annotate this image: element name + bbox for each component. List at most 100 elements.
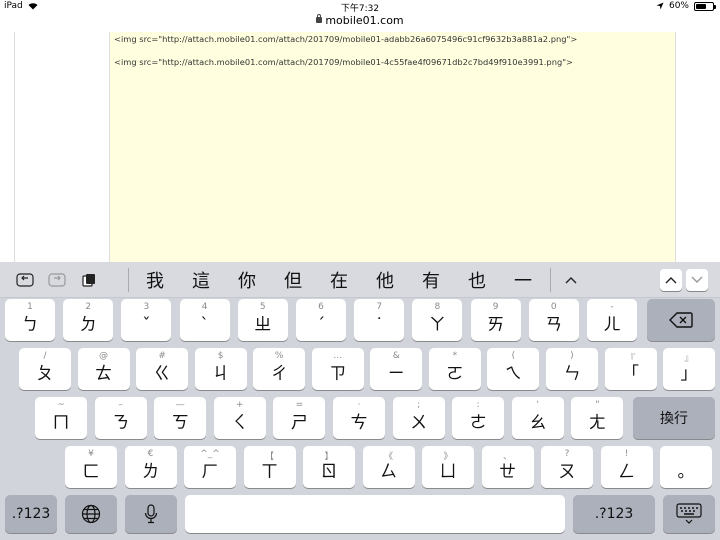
space-key[interactable] — [185, 495, 565, 533]
letter-key[interactable]: 2ㄉ — [63, 299, 114, 341]
letter-key[interactable]: " ㄤ — [571, 397, 624, 439]
letter-key[interactable]: / ㄆ — [19, 348, 71, 390]
letter-key[interactable]: ' ㄠ — [511, 397, 564, 439]
letter-key[interactable]: 3ˇ — [121, 299, 172, 341]
letter-key[interactable]: 6ˊ — [296, 299, 346, 341]
letter-key[interactable]: -ㄦ — [587, 299, 637, 341]
key-label: ˋ — [200, 315, 209, 335]
keyboard-hide-icon — [676, 503, 702, 524]
key-hint: 4 — [201, 302, 208, 312]
candidate-word[interactable]: 在 — [316, 267, 362, 293]
key-label: ㄓ — [254, 315, 272, 335]
candidate-word[interactable]: 我 — [132, 267, 178, 293]
letter-key[interactable]: — ㄎ — [154, 397, 207, 439]
key-label: ㄊ — [95, 364, 113, 384]
letter-key[interactable]: = ㄕ — [273, 397, 326, 439]
letter-key[interactable]: # ㄍ — [136, 348, 189, 390]
letter-key[interactable]: @ ㄊ — [77, 348, 130, 390]
numbers-key[interactable]: .?123 — [573, 495, 655, 533]
letter-key[interactable]: 4ˋ — [179, 299, 230, 341]
key-label: ˇ — [142, 315, 151, 335]
candidate-word[interactable]: 這 — [178, 267, 224, 293]
key-label: ㄙ — [380, 462, 397, 482]
letter-key[interactable]: ? ㄡ — [541, 446, 593, 488]
key-label: ㄛ — [446, 364, 464, 384]
candidate-word[interactable]: 也 — [454, 267, 500, 293]
letter-key[interactable]: 9ㄞ — [470, 299, 521, 341]
letter-key[interactable]: ¥ ㄈ — [65, 446, 117, 488]
return-key[interactable]: 換行 — [633, 397, 715, 439]
key-label: ㄞ — [487, 315, 505, 335]
letter-key[interactable]: % ㄔ — [253, 348, 306, 390]
letter-key[interactable]: 。 — [660, 446, 712, 488]
letter-key[interactable]: 5ㄓ — [237, 299, 288, 341]
key-label: ㄐ — [212, 364, 230, 384]
key-label: ㄕ — [290, 413, 308, 433]
letter-key[interactable]: 8ㄚ — [412, 299, 463, 341]
letter-key[interactable]: 《ㄙ — [362, 446, 415, 488]
letter-key[interactable]: ) ㄣ — [545, 348, 598, 390]
battery-icon — [694, 1, 716, 11]
numbers-key-label: .?123 — [11, 506, 51, 522]
letter-key[interactable]: ! ㄥ — [600, 446, 653, 488]
hide-keyboard-key[interactable] — [663, 495, 715, 533]
globe-key[interactable] — [65, 495, 117, 533]
undo-icon[interactable] — [14, 270, 36, 290]
letter-key[interactable]: … ㄗ — [311, 348, 364, 390]
key-label: ˊ — [316, 315, 326, 335]
numbers-key[interactable]: .?123 — [5, 495, 57, 533]
letter-key[interactable]: $ ㄐ — [194, 348, 247, 390]
divider — [550, 268, 551, 292]
letter-key[interactable]: & ㄧ — [370, 348, 423, 390]
key-label: ㄏ — [201, 462, 219, 482]
letter-key[interactable]: + ㄑ — [213, 397, 266, 439]
letter-key[interactable]: (ㄟ — [487, 348, 540, 390]
letter-key[interactable]: 7 ˙ — [354, 299, 405, 341]
key-label: ㄘ — [350, 413, 368, 433]
letter-key[interactable]: * ㄛ — [428, 348, 481, 390]
post-editor[interactable]: <img src="http://attach.mobile01.com/att… — [110, 32, 676, 262]
key-label: ㄎ — [171, 413, 189, 433]
letter-key[interactable]: 『「 — [604, 348, 657, 390]
letter-key[interactable]: · ㄘ — [333, 397, 385, 439]
key-label: ㄌ — [142, 462, 159, 482]
key-label: ㄚ — [428, 315, 446, 335]
page-left-column — [14, 32, 110, 262]
letter-key[interactable]: 、ㄝ — [481, 446, 534, 488]
letter-key[interactable]: – ㄋ — [94, 397, 147, 439]
candidate-word[interactable]: 你 — [224, 267, 270, 293]
numbers-key-label: .?123 — [594, 506, 634, 522]
key-label: ㄢ — [545, 315, 563, 335]
letter-key[interactable]: ; ㄨ — [392, 397, 445, 439]
key-label: ㄑ — [231, 413, 249, 433]
address-bar[interactable]: mobile01.com — [0, 12, 720, 32]
letter-key[interactable]: ^_^ ㄏ — [184, 446, 236, 488]
expand-candidates-icon[interactable] — [560, 270, 582, 290]
candidate-word[interactable]: 他 — [362, 267, 408, 293]
letter-key[interactable]: 1ㄅ — [5, 299, 55, 341]
key-label: ㄟ — [504, 364, 522, 384]
key-label: ㄈ — [82, 462, 100, 482]
candidate-word[interactable]: 有 — [408, 267, 454, 293]
letter-key[interactable]: 』」 — [663, 348, 716, 390]
candidate-word[interactable]: 一 — [500, 267, 546, 293]
delete-key[interactable] — [647, 299, 715, 341]
key-label: ㄦ — [603, 315, 621, 335]
key-label: ㄜ — [469, 413, 487, 433]
letter-key[interactable]: 【ㄒ — [243, 446, 296, 488]
paste-icon[interactable] — [78, 270, 100, 290]
letter-key[interactable]: 》ㄩ — [422, 446, 474, 488]
letter-key[interactable]: € ㄌ — [124, 446, 177, 488]
candidate-word[interactable]: 但 — [270, 267, 316, 293]
redo-icon[interactable] — [46, 270, 68, 290]
letter-key[interactable]: 0ㄢ — [528, 299, 579, 341]
letter-key[interactable]: ~ ㄇ — [35, 397, 87, 439]
lock-icon — [316, 14, 323, 23]
key-label: ㄖ — [320, 462, 338, 482]
letter-key[interactable]: :ㄜ — [452, 397, 505, 439]
mic-key[interactable] — [125, 495, 177, 533]
chevron-down-icon[interactable] — [686, 269, 708, 291]
key-label: 」 — [680, 364, 698, 384]
letter-key[interactable]: 】ㄖ — [303, 446, 355, 488]
chevron-up-icon[interactable] — [660, 269, 682, 291]
